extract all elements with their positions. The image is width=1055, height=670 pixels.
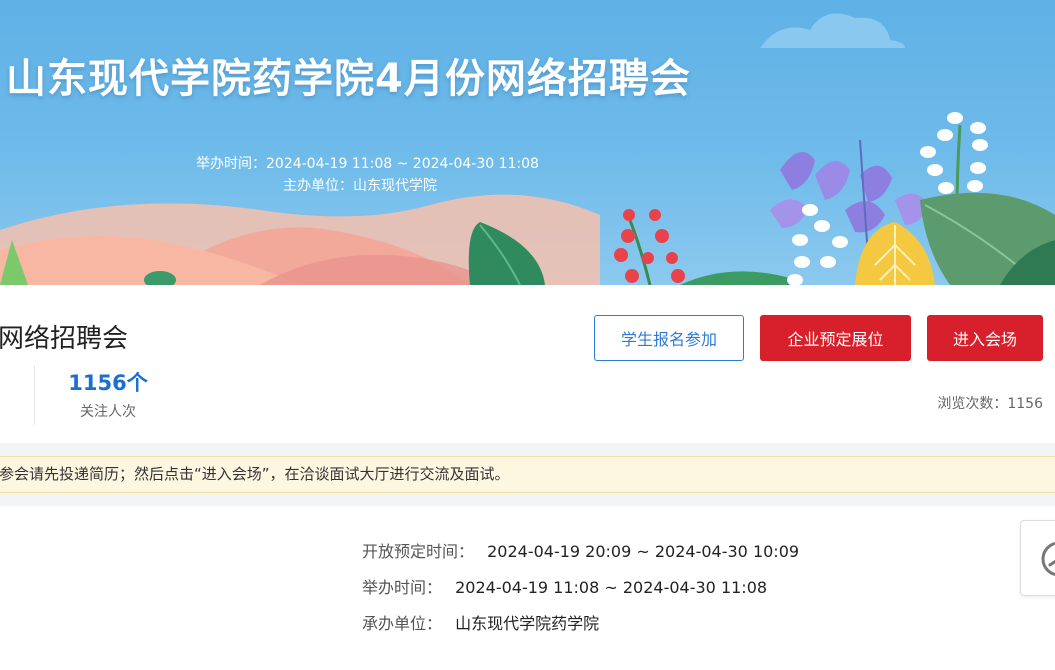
- student-signup-button[interactable]: 学生报名参加: [594, 315, 744, 361]
- hero-banner: 山东现代学院药学院4月份网络招聘会 举办时间：2024-04-19 11:08 …: [0, 0, 1055, 285]
- host-value: 山东现代学院药学院: [455, 614, 600, 633]
- followers-count: 1156个: [68, 371, 148, 395]
- side-float-tab[interactable]: [1020, 520, 1055, 596]
- banner-title: 山东现代学院药学院4月份网络招聘会: [6, 56, 691, 102]
- view-count-label: 浏览次数：: [937, 396, 1008, 412]
- clock-icon: [1041, 541, 1055, 577]
- view-count-value: 1156: [1007, 396, 1043, 412]
- banner-time-row: 举办时间：2024-04-19 11:08 ~ 2024-04-30 11:08: [196, 153, 539, 175]
- host-row: 承办单位： 山东现代学院药学院: [362, 610, 599, 634]
- fair-info-card: 网络招聘会 1156个 关注人次 学生报名参加 企业预定展位 进入会场 浏览次数…: [0, 285, 1055, 443]
- banner-organizer-label: 主办单位：: [283, 178, 353, 194]
- hold-time-label: 举办时间：: [362, 578, 443, 597]
- followers-stat: 1156个 关注人次: [60, 367, 156, 421]
- stat-divider: [34, 365, 35, 425]
- notice-text: 参会请先投递简历；然后点击“进入会场”，在洽谈面试大厅进行交流及面试。: [0, 465, 510, 483]
- banner-organizer-row: 主办单位：山东现代学院: [196, 175, 539, 197]
- banner-time-value: 2024-04-19 11:08 ~ 2024-04-30 11:08: [266, 156, 539, 172]
- enter-venue-button[interactable]: 进入会场: [927, 315, 1043, 361]
- hold-time-row: 举办时间： 2024-04-19 11:08 ~ 2024-04-30 11:0…: [362, 574, 767, 598]
- host-label: 承办单位：: [362, 614, 443, 633]
- booking-time-label: 开放预定时间：: [362, 542, 475, 561]
- hold-time-value: 2024-04-19 11:08 ~ 2024-04-30 11:08: [455, 578, 768, 597]
- banner-organizer-value: 山东现代学院: [353, 178, 437, 194]
- booking-time-row: 开放预定时间： 2024-04-19 20:09 ~ 2024-04-30 10…: [362, 538, 799, 562]
- fair-name: 网络招聘会: [0, 324, 129, 354]
- banner-illustration: [0, 13, 1055, 285]
- view-count: 浏览次数：1156: [937, 393, 1043, 413]
- banner-time-label: 举办时间：: [196, 156, 266, 172]
- company-booth-button[interactable]: 企业预定展位: [760, 315, 911, 361]
- booking-time-value: 2024-04-19 20:09 ~ 2024-04-30 10:09: [487, 542, 800, 561]
- fair-details: 开放预定时间： 2024-04-19 20:09 ~ 2024-04-30 10…: [0, 506, 1055, 670]
- banner-meta: 举办时间：2024-04-19 11:08 ~ 2024-04-30 11:08…: [196, 153, 539, 197]
- followers-label: 关注人次: [80, 404, 136, 420]
- notice-bar: 参会请先投递简历；然后点击“进入会场”，在洽谈面试大厅进行交流及面试。: [0, 456, 1055, 493]
